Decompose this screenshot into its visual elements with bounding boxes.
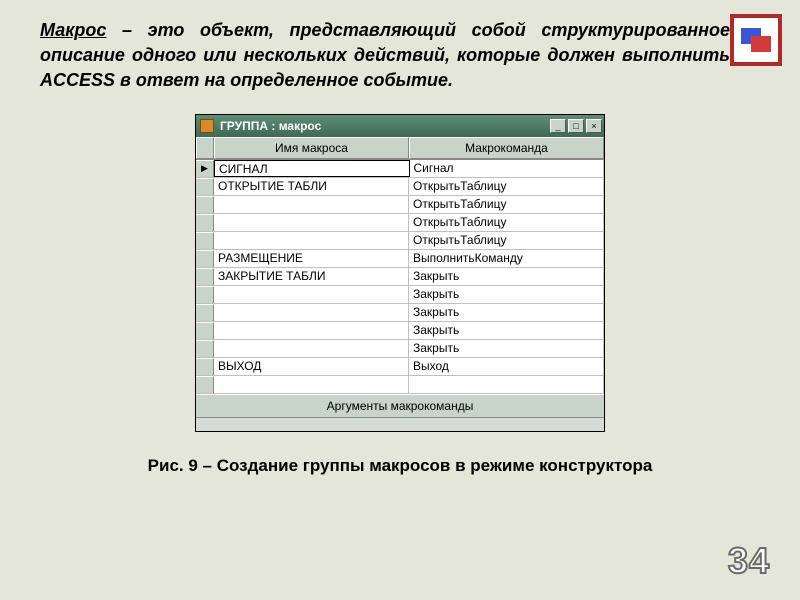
row-selector[interactable] (196, 250, 214, 267)
macro-command-cell[interactable]: ОткрытьТаблицу (409, 196, 604, 213)
row-selector[interactable] (196, 214, 214, 231)
window-title: ГРУППА : макрос (220, 119, 548, 133)
row-selector[interactable] (196, 322, 214, 339)
col-name-header[interactable]: Имя макроса (214, 137, 409, 159)
macro-name-cell[interactable]: ОТКРЫТИЕ ТАБЛИ (214, 178, 409, 195)
titlebar[interactable]: ГРУППА : макрос _ □ × (196, 115, 604, 137)
row-selector[interactable] (196, 178, 214, 195)
macro-command-cell[interactable]: Закрыть (409, 304, 604, 321)
column-headers: Имя макроса Макрокоманда (196, 137, 604, 160)
table-row[interactable]: ЗАКРЫТИЕ ТАБЛИЗакрыть (196, 268, 604, 286)
macro-command-cell[interactable]: Закрыть (409, 268, 604, 285)
args-header: Аргументы макрокоманды (196, 394, 604, 417)
close-button[interactable]: × (586, 119, 602, 133)
macro-command-cell[interactable]: ВыполнитьКоманду (409, 250, 604, 267)
table-row[interactable]: Закрыть (196, 286, 604, 304)
macro-command-cell[interactable] (409, 376, 604, 393)
macro-name-cell[interactable]: СИГНАЛ (214, 160, 410, 177)
macro-command-cell[interactable]: ОткрытьТаблицу (409, 232, 604, 249)
table-row[interactable]: ОТКРЫТИЕ ТАБЛИОткрытьТаблицу (196, 178, 604, 196)
macro-name-cell[interactable]: ВЫХОД (214, 358, 409, 375)
table-row[interactable]: Закрыть (196, 340, 604, 358)
figure-caption: Рис. 9 – Создание группы макросов в режи… (0, 456, 800, 476)
row-selector[interactable] (196, 340, 214, 357)
macro-command-cell[interactable]: Закрыть (409, 340, 604, 357)
row-selector[interactable] (196, 304, 214, 321)
macro-name-cell[interactable] (214, 376, 409, 393)
macro-name-cell[interactable]: РАЗМЕЩЕНИЕ (214, 250, 409, 267)
args-body (196, 417, 604, 431)
macro-command-cell[interactable]: ОткрытьТаблицу (409, 178, 604, 195)
macro-command-cell[interactable]: Сигнал (410, 160, 605, 177)
table-row[interactable]: ВЫХОДВыход (196, 358, 604, 376)
row-selector[interactable] (196, 160, 214, 177)
table-row[interactable]: РАЗМЕЩЕНИЕВыполнитьКоманду (196, 250, 604, 268)
row-selector[interactable] (196, 376, 214, 393)
macro-name-cell[interactable] (214, 340, 409, 357)
macro-name-cell[interactable] (214, 304, 409, 321)
macro-name-cell[interactable] (214, 322, 409, 339)
macro-window: ГРУППА : макрос _ □ × Имя макроса Макрок… (195, 114, 605, 432)
col-command-header[interactable]: Макрокоманда (409, 137, 604, 159)
maximize-button[interactable]: □ (568, 119, 584, 133)
macro-name-cell[interactable] (214, 196, 409, 213)
macro-name-cell[interactable]: ЗАКРЫТИЕ ТАБЛИ (214, 268, 409, 285)
page-number: 34 (728, 540, 770, 582)
macro-command-cell[interactable]: Закрыть (409, 322, 604, 339)
rows-container: СИГНАЛСигналОТКРЫТИЕ ТАБЛИОткрытьТаблицу… (196, 160, 604, 394)
row-selector[interactable] (196, 268, 214, 285)
macro-command-cell[interactable]: Выход (409, 358, 604, 375)
table-row[interactable]: ОткрытьТаблицу (196, 214, 604, 232)
row-selector[interactable] (196, 286, 214, 303)
macro-name-cell[interactable] (214, 214, 409, 231)
corner-logo (730, 14, 782, 66)
row-selector[interactable] (196, 196, 214, 213)
macro-name-cell[interactable] (214, 286, 409, 303)
table-row[interactable]: Закрыть (196, 304, 604, 322)
gutter-header (196, 137, 214, 159)
table-row[interactable]: СИГНАЛСигнал (196, 160, 604, 178)
macro-command-cell[interactable]: ОткрытьТаблицу (409, 214, 604, 231)
macro-command-cell[interactable]: Закрыть (409, 286, 604, 303)
macro-name-cell[interactable] (214, 232, 409, 249)
definition-paragraph: Макрос – это объект, представляющий собо… (0, 0, 800, 104)
row-selector[interactable] (196, 358, 214, 375)
term: Макрос (40, 20, 106, 40)
row-selector[interactable] (196, 232, 214, 249)
minimize-button[interactable]: _ (550, 119, 566, 133)
table-row[interactable]: Закрыть (196, 322, 604, 340)
app-icon (200, 119, 214, 133)
table-row[interactable]: ОткрытьТаблицу (196, 196, 604, 214)
definition-text: – это объект, представляющий собой струк… (40, 20, 730, 90)
table-row[interactable] (196, 376, 604, 394)
table-row[interactable]: ОткрытьТаблицу (196, 232, 604, 250)
